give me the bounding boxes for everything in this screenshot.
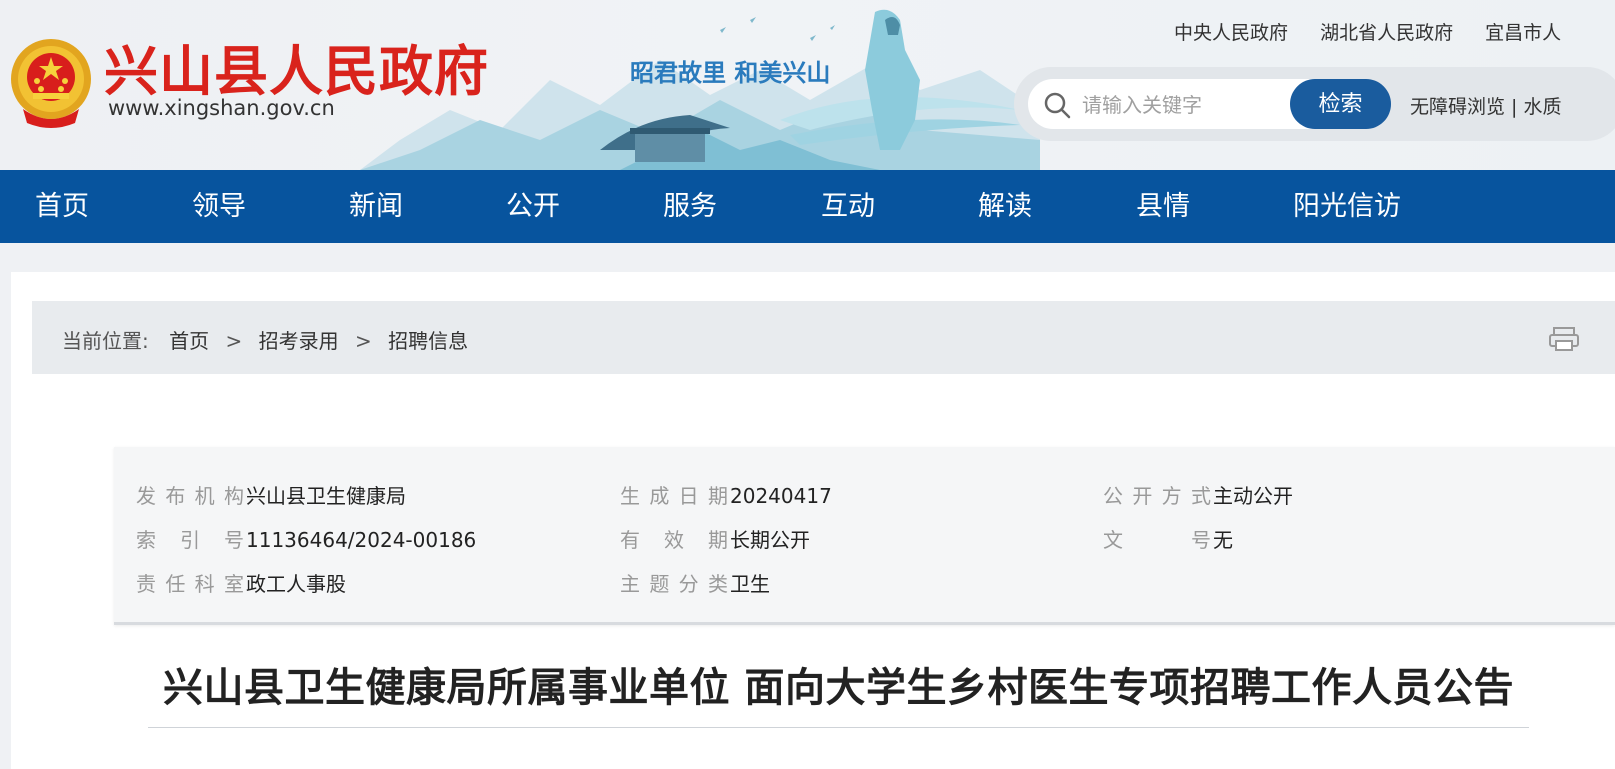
meta-value: 兴山县卫生健康局	[246, 484, 406, 508]
meta-value: 主动公开	[1213, 484, 1293, 508]
site-url: www.xingshan.gov.cn	[108, 96, 335, 120]
meta-value: 无	[1213, 528, 1233, 552]
breadcrumb-separator: >	[225, 329, 243, 353]
meta-key: 生成日期	[620, 484, 728, 508]
nav-item-county-info[interactable]: 县情	[1136, 170, 1190, 243]
accessibility-links[interactable]: 无障碍浏览 | 水质	[1410, 92, 1561, 119]
nav-item-interaction[interactable]: 互动	[821, 170, 875, 243]
meta-publisher: 发布机构 兴山县卫生健康局	[136, 480, 406, 509]
nav-item-leaders[interactable]: 领导	[192, 170, 246, 243]
meta-doc-number: 文号无	[1103, 524, 1233, 553]
meta-key: 有效期	[620, 528, 728, 552]
search-button[interactable]: 检索	[1290, 79, 1391, 129]
breadcrumb-label: 当前位置:	[62, 329, 149, 353]
meta-value: 卫生	[730, 572, 770, 596]
top-links: 中央人民政府 湖北省人民政府 宜昌市人	[1174, 18, 1587, 45]
link-hubei-government[interactable]: 湖北省人民政府	[1320, 22, 1453, 44]
breadcrumb-hiring-info[interactable]: 招聘信息	[388, 329, 468, 353]
breadcrumb-home[interactable]: 首页	[169, 329, 209, 353]
meta-key: 责任科室	[136, 572, 244, 596]
link-yichang-government[interactable]: 宜昌市人	[1485, 22, 1561, 44]
print-icon[interactable]	[1549, 327, 1579, 351]
article-title: 兴山县卫生健康局所属事业单位 面向大学生乡村医生专项招聘工作人员公告	[163, 665, 1514, 711]
main-nav: 首页 领导 新闻 公开 服务 互动 解读 县情 阳光信访	[0, 170, 1615, 243]
meta-index: 索引号 11136464/2024-00186	[136, 524, 476, 553]
nav-item-public[interactable]: 公开	[506, 170, 560, 243]
slogan: 昭君故里 和美兴山	[630, 58, 831, 87]
breadcrumb-separator: >	[354, 329, 372, 353]
meta-value: 11136464/2024-00186	[246, 528, 477, 552]
breadcrumb: 当前位置: 首页 > 招考录用 > 招聘信息	[62, 325, 468, 354]
nav-item-petition[interactable]: 阳光信访	[1293, 170, 1401, 243]
meta-validity: 有效期 长期公开	[620, 524, 810, 553]
nav-item-interpretation[interactable]: 解读	[978, 170, 1032, 243]
meta-key: 公开方式	[1103, 484, 1211, 508]
meta-key: 主题分类	[620, 572, 728, 596]
search-input[interactable]	[1080, 80, 1284, 130]
meta-key: 发布机构	[136, 484, 244, 508]
meta-key: 索引号	[136, 528, 244, 552]
site-header: 兴山县人民政府 www.xingshan.gov.cn 昭君故里 和美兴山 中央…	[0, 0, 1615, 170]
meta-topic: 主题分类 卫生	[620, 568, 770, 597]
national-emblem-icon	[11, 39, 91, 128]
search-icon	[1044, 92, 1071, 119]
meta-value: 长期公开	[730, 528, 810, 552]
meta-value: 政工人事股	[246, 572, 346, 596]
breadcrumb-recruitment[interactable]: 招考录用	[259, 329, 339, 353]
meta-key: 文号	[1103, 528, 1211, 552]
meta-department: 责任科室 政工人事股	[136, 568, 346, 597]
title-divider	[148, 727, 1529, 728]
nav-item-services[interactable]: 服务	[663, 170, 717, 243]
link-central-government[interactable]: 中央人民政府	[1174, 22, 1288, 44]
meta-value: 20240417	[730, 484, 832, 508]
meta-date: 生成日期 20240417	[620, 480, 832, 509]
nav-item-news[interactable]: 新闻	[349, 170, 403, 243]
nav-item-home[interactable]: 首页	[35, 170, 89, 243]
meta-disclosure-mode: 公开方式 主动公开	[1103, 480, 1293, 509]
